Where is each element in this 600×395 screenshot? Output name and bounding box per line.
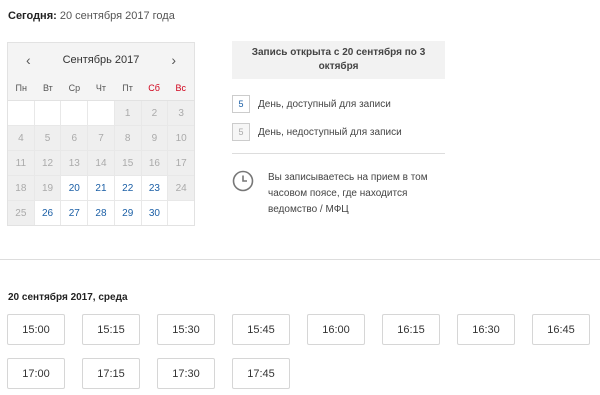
weekday-header: Пн Вт Ср Чт Пт Сб Вс bbox=[8, 76, 194, 100]
calendar-day-unavailable: 15 bbox=[114, 151, 141, 175]
booking-window-notice: Запись открыта с 20 сентября по 3 октябр… bbox=[232, 41, 445, 79]
next-month-icon[interactable]: › bbox=[171, 52, 176, 68]
time-slot-button[interactable]: 17:15 bbox=[82, 358, 140, 389]
calendar-empty-cell bbox=[34, 101, 61, 125]
calendar-day-unavailable: 4 bbox=[8, 126, 34, 150]
timezone-text: Вы записываетесь на прием в том часовом … bbox=[268, 172, 428, 215]
calendar-day-unavailable: 1 bbox=[114, 101, 141, 125]
time-slot-button[interactable]: 16:00 bbox=[307, 314, 365, 345]
time-slot-button[interactable]: 17:45 bbox=[232, 358, 290, 389]
calendar-day-unavailable: 10 bbox=[168, 126, 194, 150]
calendar-day-unavailable: 8 bbox=[114, 126, 141, 150]
time-slots: 15:00 15:15 15:30 15:45 16:00 16:15 16:30 16:45… bbox=[7, 314, 600, 389]
calendar-day-unavailable: 16 bbox=[141, 151, 168, 175]
legend-available: 5 День, доступный для записи bbox=[232, 95, 391, 113]
legend-divider bbox=[232, 153, 445, 154]
time-slot-button[interactable]: 15:15 bbox=[82, 314, 140, 345]
time-slot-button[interactable]: 16:15 bbox=[382, 314, 440, 345]
calendar-day-available[interactable]: 27 bbox=[61, 201, 88, 225]
calendar-day-unavailable: 18 bbox=[8, 176, 34, 200]
time-slot-button[interactable]: 15:30 bbox=[157, 314, 215, 345]
time-slot-button[interactable]: 17:30 bbox=[157, 358, 215, 389]
today-label: Сегодня: bbox=[8, 10, 57, 22]
calendar-empty-cell bbox=[88, 101, 114, 125]
available-swatch: 5 bbox=[232, 95, 250, 113]
calendar-day-unavailable: 9 bbox=[141, 126, 168, 150]
weekday-label: Пт bbox=[122, 83, 133, 93]
time-slot-button[interactable]: 15:45 bbox=[232, 314, 290, 345]
time-slot-button[interactable]: 16:45 bbox=[532, 314, 590, 345]
calendar-day-unavailable: 19 bbox=[34, 176, 61, 200]
calendar-empty-cell bbox=[8, 101, 34, 125]
calendar-day-unavailable: 5 bbox=[34, 126, 61, 150]
available-label: День, доступный для записи bbox=[258, 98, 391, 110]
section-divider bbox=[0, 259, 600, 260]
weekday-label: Вс bbox=[175, 83, 186, 93]
calendar: ‹ Сентябрь 2017 › Пн Вт Ср Чт Пт Сб Вс 1234567… bbox=[7, 42, 195, 226]
time-slot-button[interactable]: 17:00 bbox=[7, 358, 65, 389]
calendar-day-available[interactable]: 23 bbox=[141, 176, 168, 200]
weekday-label: Сб bbox=[148, 83, 160, 93]
calendar-day-available[interactable]: 22 bbox=[114, 176, 141, 200]
clock-icon bbox=[232, 170, 254, 192]
calendar-day-unavailable: 12 bbox=[34, 151, 61, 175]
calendar-day-unavailable: 6 bbox=[61, 126, 88, 150]
calendar-day-unavailable: 7 bbox=[88, 126, 114, 150]
calendar-day-unavailable: 2 bbox=[141, 101, 168, 125]
unavailable-label: День, недоступный для записи bbox=[258, 126, 402, 138]
calendar-day-available[interactable]: 20 bbox=[61, 176, 88, 200]
calendar-day-unavailable: 13 bbox=[61, 151, 88, 175]
weekday-label: Чт bbox=[95, 83, 107, 93]
calendar-days-grid: 1 2 3 4 5 6 7 8 9 10 11 12 13 14 15 16 17 18 19 20 21 22 23 24 2… bbox=[8, 100, 194, 225]
calendar-day-unavailable: 24 bbox=[168, 176, 194, 200]
calendar-empty-cell bbox=[61, 101, 88, 125]
calendar-day-unavailable: 14 bbox=[88, 151, 114, 175]
calendar-header: ‹ Сентябрь 2017 › bbox=[8, 43, 194, 76]
calendar-month-title: Сентябрь 2017 bbox=[62, 53, 140, 66]
calendar-day-unavailable: 17 bbox=[168, 151, 194, 175]
weekday-label: Пн bbox=[15, 83, 27, 93]
legend-unavailable: 5 День, недоступный для записи bbox=[232, 123, 402, 141]
today-date: 20 сентября 2017 года bbox=[59, 10, 175, 22]
calendar-day-available[interactable]: 29 bbox=[114, 201, 141, 225]
today-line: Сегодня: 20 сентября 2017 года bbox=[8, 10, 175, 22]
selected-date-title: 20 сентября 2017, среда bbox=[8, 292, 128, 303]
calendar-day-available[interactable]: 26 bbox=[34, 201, 61, 225]
weekday-label: Ср bbox=[68, 83, 81, 93]
prev-month-icon[interactable]: ‹ bbox=[26, 52, 31, 68]
weekday-label: Вт bbox=[42, 83, 53, 93]
calendar-day-unavailable: 25 bbox=[8, 201, 34, 225]
time-slot-button[interactable]: 15:00 bbox=[7, 314, 65, 345]
time-slot-button[interactable]: 16:30 bbox=[457, 314, 515, 345]
timezone-note: Вы записываетесь на прием в том часовом … bbox=[232, 170, 428, 218]
calendar-day-unavailable: 11 bbox=[8, 151, 34, 175]
calendar-day-unavailable: 3 bbox=[168, 101, 194, 125]
calendar-day-available[interactable]: 28 bbox=[88, 201, 114, 225]
calendar-empty-cell bbox=[168, 201, 194, 225]
unavailable-swatch: 5 bbox=[232, 123, 250, 141]
calendar-day-available[interactable]: 30 bbox=[141, 201, 168, 225]
calendar-day-available[interactable]: 21 bbox=[88, 176, 114, 200]
